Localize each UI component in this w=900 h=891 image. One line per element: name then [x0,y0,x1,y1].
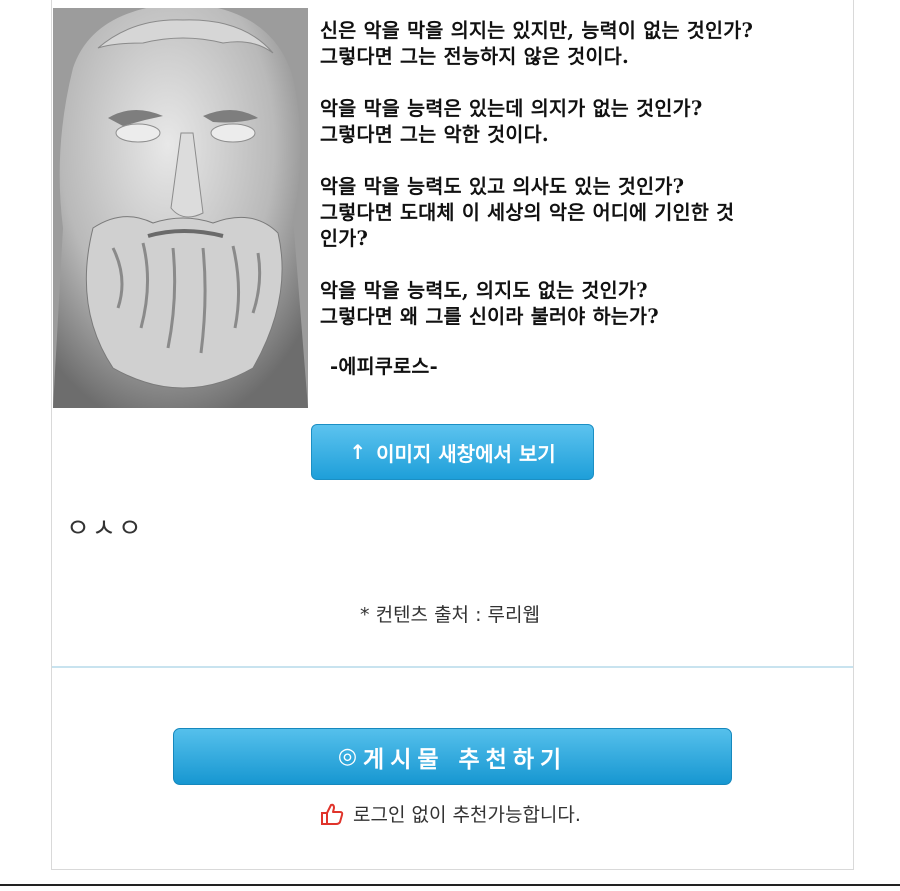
recommend-note-text: 로그인 없이 추천가능합니다. [353,804,581,826]
recommend-button-label: 게시물 추천하기 [363,746,568,773]
quote-author: -에피쿠로스- [330,355,438,378]
target-icon: ◎ [337,744,358,769]
quote-line: 그렇다면 도대체 이 세상의 악은 어디에 기인한 것 [320,201,735,224]
quote-paragraph-4: 악을 막을 능력도, 의지도 없는 것인가? 그렇다면 왜 그를 신이라 불러야… [320,278,855,330]
quote-line: 그렇다면 그는 전능하지 않은 것이다. [320,45,630,68]
post-body-text: ㅇㅅㅇ [66,514,144,544]
quote-line: 악을 막을 능력도 있고 의사도 있는 것인가? [320,175,685,198]
content-source: * 컨텐츠 출처 : 루리웹 [360,604,540,626]
quote-paragraph-1: 신은 악을 막을 의지는 있지만, 능력이 없는 것인가? 그렇다면 그는 전능… [320,18,855,70]
quote-line: 신은 악을 막을 의지는 있지만, 능력이 없는 것인가? [320,19,754,42]
view-image-new-window-button[interactable]: ↑ 이미지 새창에서 보기 [311,424,594,480]
divider [52,666,853,668]
recommend-post-button[interactable]: ◎ 게시물 추천하기 [173,728,732,785]
quote-line: 악을 막을 능력도, 의지도 없는 것인가? [320,279,648,302]
epicurus-bust-image [53,8,308,408]
quote-paragraph-2: 악을 막을 능력은 있는데 의지가 없는 것인가? 그렇다면 그는 악한 것이다… [320,96,855,148]
quote-line: 악을 막을 능력은 있는데 의지가 없는 것인가? [320,97,703,120]
quote-paragraph-3: 악을 막을 능력도 있고 의사도 있는 것인가? 그렇다면 도대체 이 세상의 … [320,174,855,252]
quote-line: 그렇다면 왜 그를 신이라 불러야 하는가? [320,305,660,328]
quote-line: 인가? [320,227,369,250]
view-button-label: 이미지 새창에서 보기 [376,441,556,466]
bottom-border [0,884,900,886]
up-arrow-icon: ↑ [349,440,367,464]
quote-line: 그렇다면 그는 악한 것이다. [320,123,549,146]
thumbs-up-icon [321,803,344,825]
epicurus-quote: 신은 악을 막을 의지는 있지만, 능력이 없는 것인가? 그렇다면 그는 전능… [320,18,855,380]
recommend-note: 로그인 없이 추천가능합니다. [0,800,900,827]
